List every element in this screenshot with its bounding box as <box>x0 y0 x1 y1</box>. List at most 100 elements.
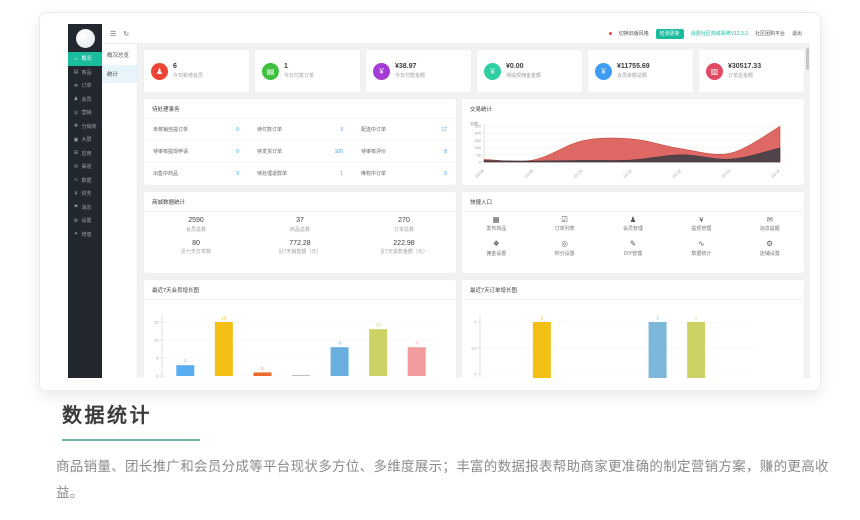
quick-entry-item[interactable]: ∿ 数据统计 <box>667 240 735 256</box>
sidebar-item[interactable]: ◎ 营销 <box>68 106 102 120</box>
quick-entry-item[interactable]: ¥ 提现管理 <box>667 216 735 232</box>
pending-item-label: 未核销自提订单 <box>153 126 188 133</box>
svg-text:150: 150 <box>474 138 481 143</box>
scrollbar-thumb[interactable] <box>806 48 809 70</box>
doc-section: 数据统计 商品销量、团长推广和会员分成等平台现状多方位、多维度展示；丰富的数据报… <box>56 399 832 507</box>
pending-item[interactable]: 待发货订单 100 <box>248 140 352 162</box>
sidebar-item-icon: ♟ <box>73 96 79 102</box>
svg-text:200: 200 <box>474 131 481 136</box>
menu-toggle-icon[interactable]: ☰ <box>110 30 116 38</box>
sidebar-item[interactable]: ▣ 大屏 <box>68 133 102 147</box>
quick-entry-icon: ▦ <box>462 216 530 224</box>
sidebar-item[interactable]: ≣ 订单 <box>68 79 102 93</box>
refresh-icon[interactable]: ↻ <box>123 30 129 38</box>
sidebar-item-label: 分销商 <box>82 123 97 130</box>
pending-item[interactable]: 待审核评价 8 <box>352 140 456 162</box>
stat-cards-row: ♟ 6 今日新增会员 ▤ <box>144 50 804 92</box>
stat-card-icon-glyph: ¥ <box>379 67 383 76</box>
stat-card: ¥ ¥0.00 待提现佣金金额 <box>477 50 582 92</box>
check-update-badge[interactable]: 检测更新 <box>656 29 684 39</box>
sidebar-item-icon: ≣ <box>73 83 79 89</box>
sidebar-item[interactable]: ✉ 渠道 <box>68 160 102 174</box>
quick-entry-item[interactable]: ⚙ 店铺设置 <box>736 240 804 256</box>
quick-entry-icon: ❖ <box>462 240 530 248</box>
mall-stat-label: 近七天订单数 <box>144 248 248 255</box>
sidebar-item-label: 财务 <box>82 190 92 197</box>
sidebar-item[interactable]: ▤ 商品 <box>68 66 102 80</box>
stat-card-value: ¥11755.69 <box>617 63 650 70</box>
sidebar-item[interactable]: ∿ 数据 <box>68 174 102 188</box>
sidebar-item-label: 概况 <box>82 55 92 62</box>
sidebar-item[interactable]: ♟ 会员 <box>68 93 102 107</box>
quick-entry-item[interactable]: ✎ DIY管理 <box>599 240 667 256</box>
quick-entry-icon: ∿ <box>667 240 735 248</box>
pending-panel: 待处理事务 未核销自提订单 0 待付款订单 3 <box>144 99 456 185</box>
toolbar-right: 切换旧版风格 检测更新 消费社区商城系统V12.3.3 社区团购平台 退出 <box>609 29 802 39</box>
quick-entry-icon: ☑ <box>530 216 598 224</box>
stat-card: ▥ ¥30517.33 订单总金额 <box>699 50 804 92</box>
sidebar-item-label: 应用 <box>82 150 92 157</box>
sidebar-item-label: 消息 <box>82 204 92 211</box>
stat-card: ¥ ¥38.97 今日付款金额 <box>366 50 471 92</box>
switch-old-link[interactable]: 切换旧版风格 <box>619 30 649 37</box>
pending-item[interactable]: 未核销自提订单 0 <box>144 118 248 140</box>
mall-stat-item: 772.28 近7天销售额（元） <box>248 240 352 256</box>
platform-link[interactable]: 社区团购平台 <box>755 30 785 37</box>
svg-text:0: 0 <box>156 374 159 379</box>
quick-entry-item[interactable]: ▦ 发布商品 <box>462 216 530 232</box>
sidebar-item[interactable]: ¥ 财务 <box>68 187 102 201</box>
quick-entry-item[interactable]: ❖ 佣金设置 <box>462 240 530 256</box>
dashboard-screenshot-frame: ⌂ 概况 ▤ 商品 ≣ 订单 ♟ 会员 ◎ 营销 <box>40 13 820 390</box>
subnav-list: 统计 <box>102 65 137 83</box>
pending-item[interactable]: 待处理退款单 1 <box>248 162 352 184</box>
svg-text:2: 2 <box>695 316 698 321</box>
pending-item[interactable]: 维权中订单 0 <box>352 162 456 184</box>
sidebar-item[interactable]: ⌂ 概况 <box>68 52 102 66</box>
sidebar-item[interactable]: ❖ 分销商 <box>68 120 102 134</box>
logout-link[interactable]: 退出 <box>792 30 802 37</box>
sidebar-item[interactable]: ⚙ 设置 <box>68 214 102 228</box>
mall-stat-item: 270 订单总数 <box>352 217 456 233</box>
sidebar-item[interactable]: ⚑ 消息 <box>68 201 102 215</box>
pending-item[interactable]: 待审核提现申请 0 <box>144 140 248 162</box>
sidebar-item-icon: ◎ <box>73 110 79 116</box>
pending-item[interactable]: 出售中商品 9 <box>144 162 248 184</box>
svg-text:250: 250 <box>474 124 481 129</box>
stat-card-icon: ♟ <box>151 63 168 80</box>
sidebar-item-label: 会员 <box>82 96 92 103</box>
svg-text:8: 8 <box>415 341 418 346</box>
pending-item-label: 待发货订单 <box>257 148 282 155</box>
stat-card-text: ¥38.97 今日付款金额 <box>395 63 425 79</box>
sidebar-item[interactable]: ⊞ 应用 <box>68 147 102 161</box>
pending-item-label: 配送中订单 <box>361 126 386 133</box>
subnav-item-label: 统计 <box>107 72 118 78</box>
subnav-item-stats[interactable]: 统计 <box>102 65 137 83</box>
notice-dot-icon <box>609 32 612 35</box>
quick-entry-item[interactable]: ☑ 订单列表 <box>530 216 598 232</box>
svg-text:03-09: 03-09 <box>523 168 534 179</box>
svg-text:03-08: 03-08 <box>474 168 485 179</box>
mall-stat-label: 近7天退款金额（元） <box>352 248 456 255</box>
pending-item-count: 3 <box>340 127 343 133</box>
stat-card-value: 1 <box>284 63 314 70</box>
quick-entry-label: 订单列表 <box>530 225 598 232</box>
avatar[interactable] <box>76 29 95 48</box>
quick-entry-label: DIY管理 <box>599 250 667 257</box>
sidebar-item[interactable]: ✦ 增值 <box>68 228 102 242</box>
svg-text:03-11: 03-11 <box>622 168 633 179</box>
pending-item[interactable]: 配送中订单 17 <box>352 118 456 140</box>
pending-item[interactable]: 待付款订单 3 <box>248 118 352 140</box>
quick-entry-item[interactable]: ◎ 积分设置 <box>530 240 598 256</box>
mall-stat-item: 80 近七天订单数 <box>144 240 248 256</box>
avatar-wrap <box>68 24 102 52</box>
sidebar-item-label: 数据 <box>82 177 92 184</box>
stat-card-icon-glyph: ▥ <box>711 67 719 76</box>
sidebar-item-label: 设置 <box>82 217 92 224</box>
sidebar-item-label: 渠道 <box>82 163 92 170</box>
quick-entry-title: 快捷入口 <box>462 192 804 212</box>
stat-card-icon: ¥ <box>373 63 390 80</box>
sidebar-item-icon: ▤ <box>73 69 79 75</box>
quick-entry-item[interactable]: ♟ 会员管理 <box>599 216 667 232</box>
mall-stat-label: 订单总数 <box>352 226 456 233</box>
quick-entry-item[interactable]: ✉ 消息提醒 <box>736 216 804 232</box>
